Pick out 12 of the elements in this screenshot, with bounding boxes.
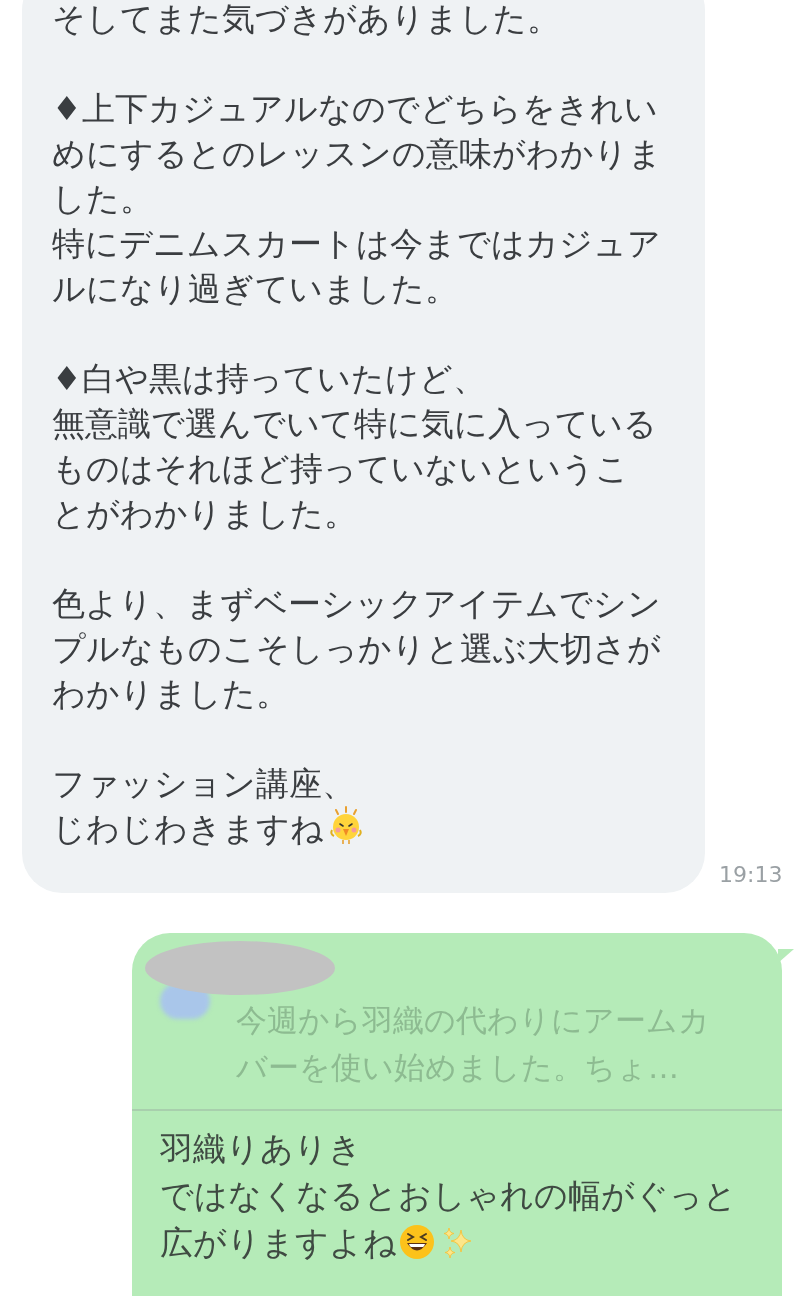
message-text: ♦上下カジュアルなのでどちらをきれいめにするとのレッスンの意味がわかりました。 bbox=[52, 88, 662, 220]
laughing-face-emoji-icon bbox=[399, 1224, 435, 1260]
message-text: 羽織りありき bbox=[160, 1128, 363, 1170]
message-text: ではなくなるとおしゃれの幅がぐっと広がりますよね bbox=[160, 1175, 738, 1264]
message-text: 色より、まずベーシックアイテムでシンプルなものこそしっかりと選ぶ大切さがわかりました。 bbox=[52, 583, 662, 715]
message-text: ♦白や黒は持っていたけど、 bbox=[52, 358, 487, 400]
message-text: ファッション講座、 bbox=[52, 763, 356, 805]
message-text: そしてまた気づきがありました。 bbox=[52, 0, 561, 40]
message-time: 19:13 bbox=[719, 861, 783, 889]
message-text: じわじわきますね bbox=[52, 806, 662, 851]
message-text: 特にデニムスカートは今まではカジュアルになり過ぎていました。 bbox=[52, 223, 662, 310]
message-text: 無意識で選んでいて特に気に入っているものはそれほど持っていないということがわかりました。 bbox=[52, 403, 658, 535]
